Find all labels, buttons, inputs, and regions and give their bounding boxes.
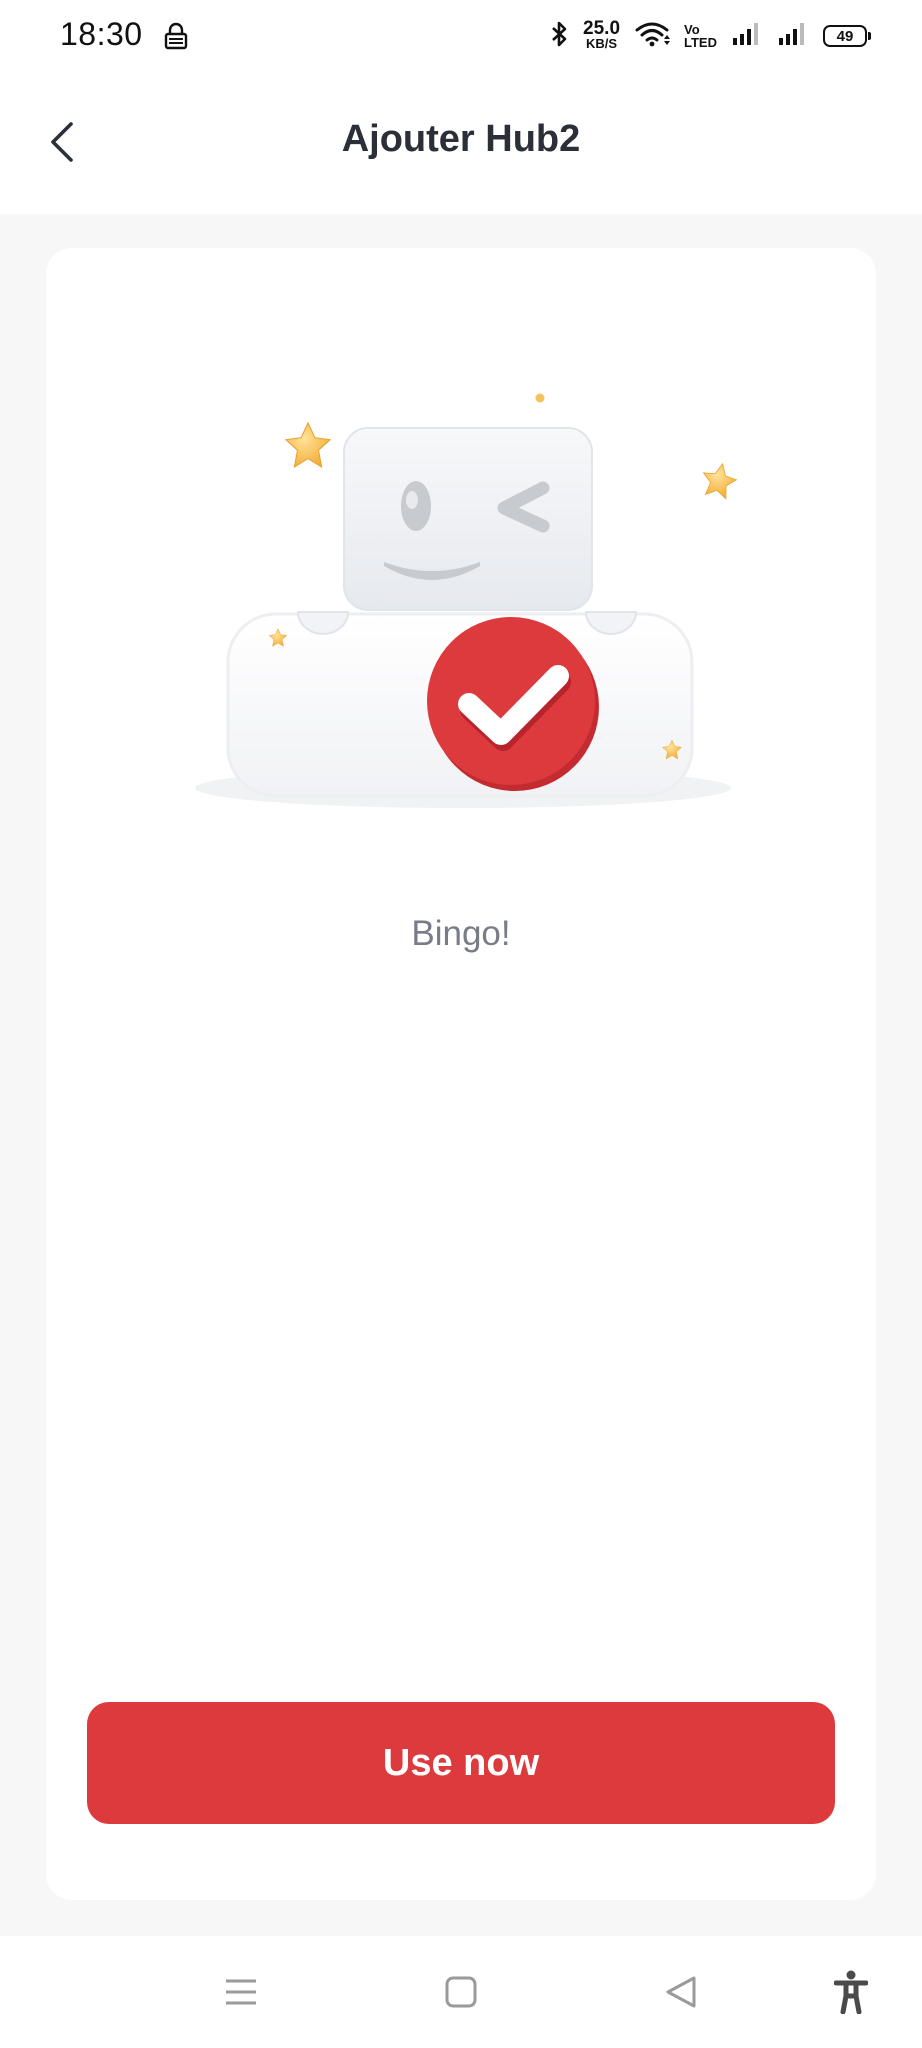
bluetooth-icon (549, 20, 569, 53)
result-card: Bingo! Use now (46, 248, 876, 1900)
home-icon (445, 1976, 477, 2013)
page-title: Ajouter Hub2 (341, 118, 581, 160)
signal-icon (731, 21, 763, 52)
back-triangle-icon (664, 1975, 698, 2014)
menu-button[interactable] (213, 1966, 269, 2022)
volte-indicator: Vo LTED (684, 23, 717, 49)
home-button[interactable] (433, 1966, 489, 2022)
network-speed: 25.0 KB/S (583, 18, 621, 51)
status-time: 18:30 (60, 16, 143, 52)
volte-bottom: LTED (684, 35, 717, 50)
battery-indicator: 49 (823, 25, 871, 47)
success-message: Bingo! (411, 914, 511, 953)
network-speed-value: 25.0 (583, 18, 621, 39)
use-now-button[interactable]: Use now (87, 1702, 835, 1824)
accessibility-icon (833, 1970, 869, 2019)
status-bar: 18:30 25.0 KB/S Vo LTED 49 (0, 0, 922, 72)
signal-icon-2 (777, 21, 809, 52)
accessibility-button[interactable] (823, 1966, 879, 2022)
back-nav-button[interactable] (653, 1966, 709, 2022)
success-illustration (186, 376, 746, 816)
status-icons: 25.0 KB/S Vo LTED 49 (549, 14, 871, 58)
system-nav-bar (0, 1936, 922, 2048)
lock-icon (162, 22, 190, 50)
menu-icon (224, 1977, 258, 2012)
header: Ajouter Hub2 (0, 72, 922, 214)
wifi-icon (634, 20, 671, 53)
network-speed-unit: KB/S (585, 36, 618, 51)
